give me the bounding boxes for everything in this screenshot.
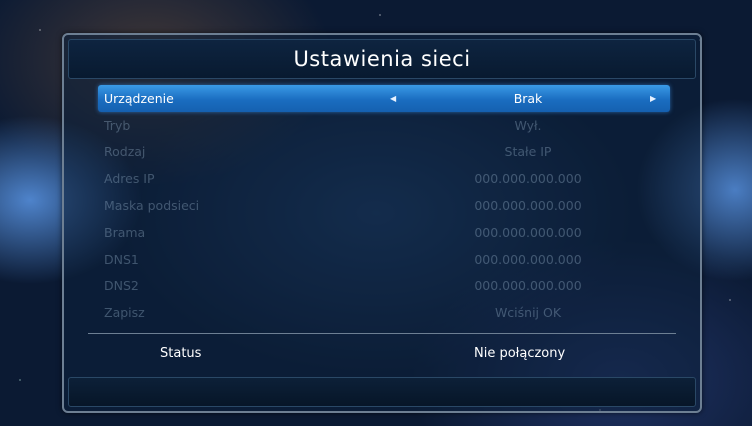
divider	[88, 333, 676, 334]
setting-label: Zapisz	[104, 305, 145, 321]
setting-label: Brama	[104, 224, 146, 240]
status-value: Nie połączony	[474, 346, 566, 361]
setting-label: Urządzenie	[104, 90, 174, 106]
setting-value: Stałe IP	[504, 144, 552, 160]
setting-value: 000.000.000.000	[474, 251, 582, 267]
setting-value: 000.000.000.000	[474, 198, 582, 214]
setting-row-dns1[interactable]: DNS1 000.000.000.000	[98, 246, 670, 273]
setting-value: Wył.	[514, 117, 542, 133]
setting-row-gateway[interactable]: Brama 000.000.000.000	[98, 219, 670, 246]
setting-value: 000.000.000.000	[474, 171, 582, 187]
status-label: Status	[160, 346, 202, 361]
setting-label: DNS1	[104, 251, 139, 267]
setting-value: 000.000.000.000	[474, 278, 582, 294]
setting-row-save[interactable]: Zapisz Wciśnij OK	[98, 299, 670, 326]
tv-screen: Ustawienia sieci Urządzenie ◀ Brak ▶ Try…	[0, 0, 752, 426]
setting-value: Wciśnij OK	[494, 305, 562, 321]
title-bar: Ustawienia sieci	[68, 39, 696, 79]
arrow-left-icon[interactable]: ◀	[390, 94, 396, 103]
setting-label: DNS2	[104, 278, 139, 294]
network-settings-panel: Ustawienia sieci Urządzenie ◀ Brak ▶ Try…	[62, 33, 702, 413]
footer-bar	[68, 377, 696, 407]
setting-label: Adres IP	[104, 171, 155, 187]
page-title: Ustawienia sieci	[293, 47, 471, 71]
setting-row-mode[interactable]: Tryb Wył.	[98, 112, 670, 139]
setting-label: Rodzaj	[104, 144, 146, 160]
status-row: Status Nie połączony	[88, 341, 676, 367]
setting-row-subnet-mask[interactable]: Maska podsieci 000.000.000.000	[98, 192, 670, 219]
setting-label: Maska podsieci	[104, 198, 200, 214]
setting-row-dns2[interactable]: DNS2 000.000.000.000	[98, 273, 670, 300]
setting-value: 000.000.000.000	[474, 224, 582, 240]
arrow-right-icon[interactable]: ▶	[650, 94, 656, 103]
setting-row-device[interactable]: Urządzenie ◀ Brak ▶	[98, 85, 670, 112]
setting-row-ip-address[interactable]: Adres IP 000.000.000.000	[98, 165, 670, 192]
setting-row-type[interactable]: Rodzaj Stałe IP	[98, 139, 670, 166]
settings-list: Urządzenie ◀ Brak ▶ Tryb Wył. Rodzaj Sta…	[98, 85, 670, 326]
setting-value: Brak	[513, 90, 543, 106]
setting-label: Tryb	[104, 117, 131, 133]
